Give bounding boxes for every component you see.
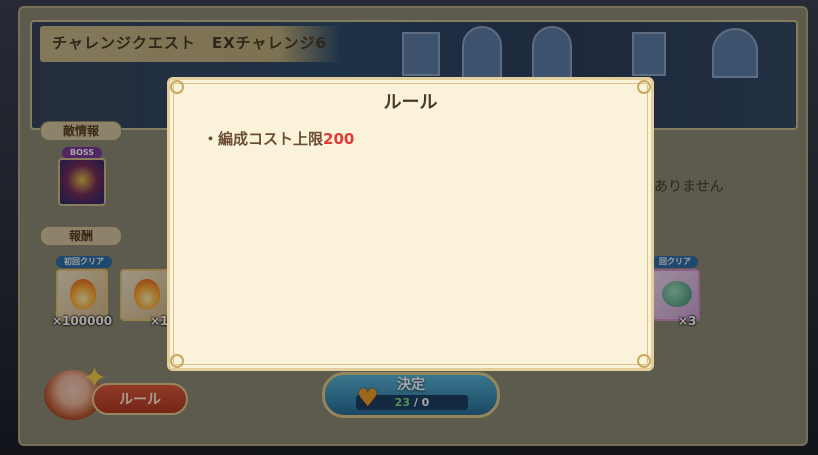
rule-text: ・編成コスト上限200 [203,128,354,149]
corner-ornament [170,354,184,368]
modal-title: ルール [383,92,438,113]
corner-ornament [637,354,651,368]
rule-value: 200 [323,130,355,148]
modal-inner-border [173,83,648,365]
rule-label: ・編成コスト上限 [203,130,324,148]
